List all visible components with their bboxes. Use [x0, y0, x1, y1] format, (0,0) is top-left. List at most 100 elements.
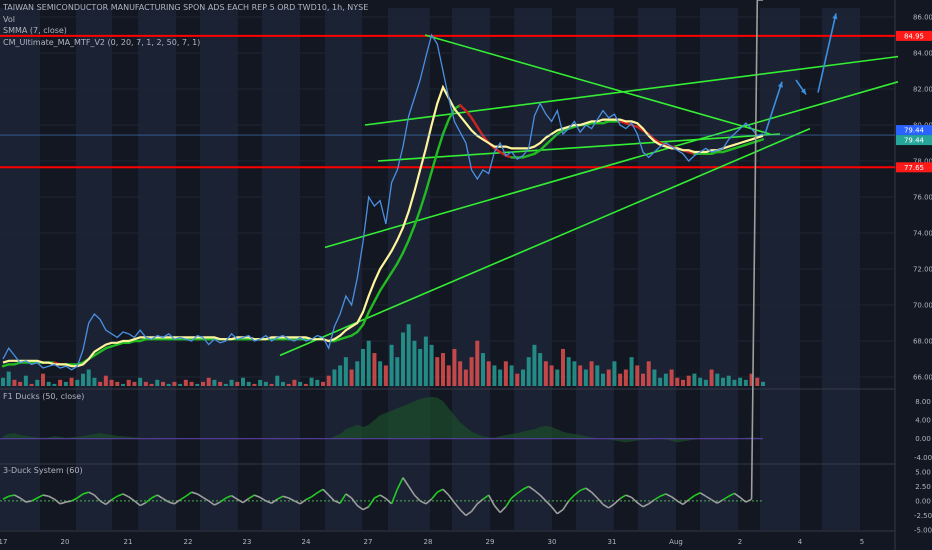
volume-bar: [161, 381, 165, 386]
volume-bar: [263, 381, 268, 386]
volume-bar: [155, 379, 160, 386]
volume-bar: [121, 383, 125, 386]
volume-bar: [343, 357, 348, 386]
chart-root: 86.0084.0082.0080.0078.0076.0074.0072.00…: [0, 0, 932, 550]
volume-bar: [326, 375, 331, 386]
smma-indicator-label[interactable]: SMMA (7, close): [3, 26, 67, 36]
duck-segment: [25, 500, 32, 503]
volume-bar: [29, 383, 34, 386]
time-tick-label: 24: [302, 538, 311, 546]
volume-bar: [492, 365, 497, 386]
time-tick-label: 17: [0, 538, 7, 546]
volume-bar: [498, 369, 503, 386]
price-tick-label: 68.00: [913, 338, 932, 346]
volume-bar: [401, 332, 405, 386]
volume-bar: [475, 340, 480, 386]
volume-bar: [372, 353, 377, 386]
volume-bar: [572, 361, 577, 386]
volume-bar: [18, 381, 23, 386]
price-tick-label: 84.00: [913, 50, 932, 58]
volume-bar: [63, 381, 68, 386]
price-tick-label: 76.00: [913, 194, 932, 202]
volume-bar: [532, 344, 537, 386]
volume-bar: [418, 348, 423, 386]
time-tick-label: 5: [860, 538, 864, 546]
volume-bar: [509, 365, 514, 386]
cm-ma-indicator-label[interactable]: CM_Ultimate_MA_MTF_V2 (0, 20, 7, 1, 2, 5…: [3, 38, 200, 48]
duck-segment: [42, 494, 49, 498]
volume-bar: [709, 369, 714, 386]
volume-bar: [252, 383, 257, 386]
volume-bar: [258, 379, 263, 386]
f1-ducks-label[interactable]: F1 Ducks (50, close): [3, 392, 84, 402]
volume-bar: [566, 357, 571, 386]
volume-bar: [383, 365, 388, 386]
volume-bar: [635, 365, 640, 386]
volume-bar: [458, 361, 463, 386]
volume-bar: [669, 369, 674, 386]
volume-bar: [521, 369, 525, 386]
volume-bar: [212, 379, 217, 386]
time-tick-label: 27: [364, 538, 373, 546]
duck-tick-label: 2.50: [915, 483, 931, 491]
volume-bar: [618, 373, 623, 386]
f1-tick-label: 8.00: [915, 398, 931, 406]
volume-bar: [281, 381, 285, 386]
volume-bar: [201, 381, 205, 386]
symbol-title: TAIWAN SEMICONDUCTOR MANUFACTURING SPON …: [3, 3, 369, 12]
chart-canvas[interactable]: 86.0084.0082.0080.0078.0076.0074.0072.00…: [0, 0, 932, 550]
volume-bar: [526, 357, 531, 386]
volume-bar: [235, 381, 240, 386]
volume-bar: [143, 381, 148, 386]
volume-bar: [406, 324, 411, 386]
volume-bar: [761, 381, 765, 386]
volume-bar: [138, 377, 143, 386]
volume-bar: [35, 379, 40, 386]
volume-bar: [149, 383, 154, 386]
volume-bar: [578, 365, 583, 386]
time-tick-label: 30: [548, 538, 557, 546]
duck-segment: [8, 494, 15, 498]
price-tick-label: 74.00: [913, 230, 932, 238]
volume-bar: [629, 357, 634, 386]
volume-bar: [726, 375, 731, 386]
duck-system-label[interactable]: 3-Duck System (60): [3, 466, 83, 476]
volume-bar: [355, 361, 360, 386]
volume-bar: [446, 365, 451, 386]
volume-bar: [646, 361, 651, 386]
price-tick-label: 82.00: [913, 86, 932, 94]
vol-indicator-label[interactable]: Vol: [3, 15, 15, 25]
volume-bar: [675, 377, 680, 386]
time-tick-label: 21: [124, 538, 133, 546]
volume-bar: [715, 373, 720, 386]
volume-bar: [703, 379, 708, 386]
volume-bar: [543, 361, 548, 386]
volume-bar: [652, 369, 657, 386]
volume-bar: [612, 361, 617, 386]
volume-bar: [223, 383, 228, 386]
volume-bar: [166, 383, 171, 386]
volume-bar: [412, 340, 417, 386]
volume-bar: [75, 379, 80, 386]
volume-bar: [681, 379, 685, 386]
volume-bar: [298, 381, 303, 386]
time-tick-label: 2: [738, 538, 742, 546]
volume-bar: [58, 379, 63, 386]
volume-bar: [481, 353, 485, 386]
volume-bar: [503, 361, 508, 386]
volume-bar: [1, 377, 5, 386]
duck-segment: [65, 500, 72, 503]
volume-bar: [658, 377, 663, 386]
volume-bar: [246, 381, 251, 386]
volume-bar: [721, 377, 725, 386]
time-tick-label: 28: [424, 538, 433, 546]
volume-bar: [23, 375, 28, 386]
volume-bar: [178, 383, 183, 386]
volume-bar: [441, 353, 445, 386]
smma-price-tag: 79.44: [904, 137, 925, 145]
volume-bar: [303, 383, 308, 386]
volume-bar: [463, 369, 468, 386]
volume-bar: [115, 381, 120, 386]
volume-bar: [423, 336, 428, 386]
time-tick-label: Aug: [669, 538, 683, 546]
